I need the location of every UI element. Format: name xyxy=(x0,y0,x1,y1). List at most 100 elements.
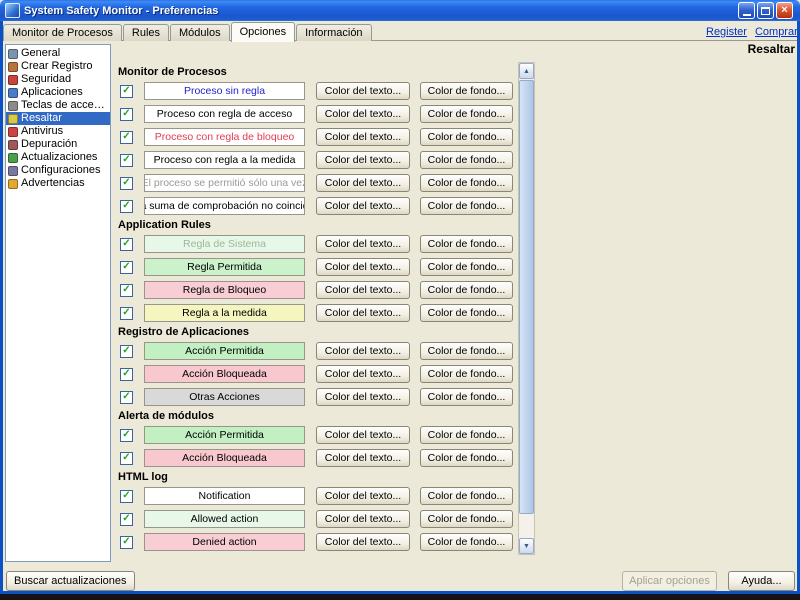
tab-rules[interactable]: Rules xyxy=(122,24,170,41)
row-checkbox[interactable]: ✓ xyxy=(120,489,133,503)
apply-options-button[interactable]: Aplicar opciones xyxy=(622,571,717,591)
bg-color-button[interactable]: Color de fondo... xyxy=(420,426,513,444)
bg-color-button[interactable]: Color de fondo... xyxy=(420,128,513,146)
sidebar-item-teclas-de-acceso-r[interactable]: Teclas de acceso r... xyxy=(6,99,110,112)
text-color-button[interactable]: Color del texto... xyxy=(316,510,410,528)
text-color-button[interactable]: Color del texto... xyxy=(316,151,410,169)
row-color-sample: Regla Permitida xyxy=(144,258,305,276)
text-color-button[interactable]: Color del texto... xyxy=(316,365,410,383)
tab-monitor-de-procesos[interactable]: Monitor de Procesos xyxy=(3,24,122,41)
sidebar-item-label: Configuraciones xyxy=(21,164,101,176)
section-title: Application Rules xyxy=(118,219,211,231)
bg-color-button[interactable]: Color de fondo... xyxy=(420,487,513,505)
row-color-sample: Proceso con regla de bloqueo xyxy=(144,128,305,146)
sidebar-item-antivirus[interactable]: Antivirus xyxy=(6,125,110,138)
bg-color-button[interactable]: Color de fondo... xyxy=(420,449,513,467)
row-checkbox[interactable]: ✓ xyxy=(120,390,133,404)
row-checkbox[interactable]: ✓ xyxy=(120,535,133,549)
row-checkbox[interactable]: ✓ xyxy=(120,237,133,251)
text-color-button[interactable]: Color del texto... xyxy=(316,82,410,100)
row-color-sample: Acción Bloqueada xyxy=(144,365,305,383)
settings-icon xyxy=(8,165,18,176)
row-checkbox[interactable]: ✓ xyxy=(120,512,133,526)
sidebar-item-advertencias[interactable]: Advertencias xyxy=(6,177,110,190)
register-link[interactable]: Register xyxy=(706,26,747,38)
app-window: System Safety Monitor - Preferencias × M… xyxy=(0,0,800,594)
bg-color-button[interactable]: Color de fondo... xyxy=(420,510,513,528)
tab-modulos[interactable]: Módulos xyxy=(170,24,230,41)
bg-color-button[interactable]: Color de fondo... xyxy=(420,151,513,169)
sidebar-item-actualizaciones[interactable]: Actualizaciones xyxy=(6,151,110,164)
sidebar-list[interactable]: General Crear Registro Seguridad Aplicacion… xyxy=(5,44,111,562)
sidebar-item-seguridad[interactable]: Seguridad xyxy=(6,73,110,86)
sidebar-item-general[interactable]: General xyxy=(6,47,110,60)
bg-color-button[interactable]: Color de fondo... xyxy=(420,304,513,322)
row-color-sample: Allowed action xyxy=(144,510,305,528)
text-color-button[interactable]: Color del texto... xyxy=(316,174,410,192)
row-checkbox[interactable]: ✓ xyxy=(120,84,133,98)
text-color-button[interactable]: Color del texto... xyxy=(316,388,410,406)
text-color-button[interactable]: Color del texto... xyxy=(316,449,410,467)
row-checkbox[interactable]: ✓ xyxy=(120,107,133,121)
row-checkbox[interactable]: ✓ xyxy=(120,428,133,442)
maximize-button[interactable] xyxy=(757,2,774,19)
scrollbar[interactable]: ▲ ▼ xyxy=(518,62,535,555)
scroll-up-icon[interactable]: ▲ xyxy=(519,63,534,79)
minimize-button[interactable] xyxy=(738,2,755,19)
bg-color-button[interactable]: Color de fondo... xyxy=(420,388,513,406)
row-checkbox[interactable]: ✓ xyxy=(120,306,133,320)
sidebar-item-resaltar[interactable]: Resaltar xyxy=(6,112,110,125)
row-checkbox[interactable]: ✓ xyxy=(120,283,133,297)
sidebar-item-configuraciones[interactable]: Configuraciones xyxy=(6,164,110,177)
buy-now-link[interactable]: Comprar ahora xyxy=(755,26,798,38)
row-color-sample: Regla a la medida xyxy=(144,304,305,322)
bg-color-button[interactable]: Color de fondo... xyxy=(420,342,513,360)
row-checkbox[interactable]: ✓ xyxy=(120,199,133,213)
section-alerta-de-modulos: Alerta de módulos ✓ Acción Permitida Color … xyxy=(112,411,518,467)
bg-color-button[interactable]: Color de fondo... xyxy=(420,82,513,100)
sidebar-item-aplicaciones[interactable]: Aplicaciones xyxy=(6,86,110,99)
text-color-button[interactable]: Color del texto... xyxy=(316,128,410,146)
help-button[interactable]: Ayuda... xyxy=(728,571,795,591)
sidebar-item-depuracion[interactable]: Depuración xyxy=(6,138,110,151)
row-checkbox[interactable]: ✓ xyxy=(120,344,133,358)
tab-informacion[interactable]: Información xyxy=(296,24,372,41)
row-checkbox[interactable]: ✓ xyxy=(120,153,133,167)
bg-color-button[interactable]: Color de fondo... xyxy=(420,235,513,253)
bg-color-button[interactable]: Color de fondo... xyxy=(420,258,513,276)
text-color-button[interactable]: Color del texto... xyxy=(316,235,410,253)
row-color-sample: Otras Acciones xyxy=(144,388,305,406)
search-updates-button[interactable]: Buscar actualizaciones xyxy=(6,571,135,591)
row-checkbox[interactable]: ✓ xyxy=(120,367,133,381)
sidebar-item-label: Crear Registro xyxy=(21,60,93,72)
bg-color-button[interactable]: Color de fondo... xyxy=(420,281,513,299)
text-color-button[interactable]: Color del texto... xyxy=(316,533,410,551)
row-checkbox[interactable]: ✓ xyxy=(120,260,133,274)
row-checkbox[interactable]: ✓ xyxy=(120,176,133,190)
text-color-button[interactable]: Color del texto... xyxy=(316,281,410,299)
bg-color-button[interactable]: Color de fondo... xyxy=(420,365,513,383)
bg-color-button[interactable]: Color de fondo... xyxy=(420,174,513,192)
text-color-button[interactable]: Color del texto... xyxy=(316,105,410,123)
text-color-button[interactable]: Color del texto... xyxy=(316,197,410,215)
bg-color-button[interactable]: Color de fondo... xyxy=(420,105,513,123)
close-icon: × xyxy=(781,4,788,16)
scroll-down-icon[interactable]: ▼ xyxy=(519,538,534,554)
text-color-button[interactable]: Color del texto... xyxy=(316,258,410,276)
sidebar-item-crear-registro[interactable]: Crear Registro xyxy=(6,60,110,73)
text-color-button[interactable]: Color del texto... xyxy=(316,487,410,505)
bg-color-button[interactable]: Color de fondo... xyxy=(420,533,513,551)
text-color-button[interactable]: Color del texto... xyxy=(316,426,410,444)
scroll-thumb[interactable] xyxy=(519,80,534,514)
title-bar[interactable]: System Safety Monitor - Preferencias × xyxy=(0,0,800,21)
tab-opciones[interactable]: Opciones xyxy=(230,22,296,42)
row-color-sample: La suma de comprobación no coincide xyxy=(144,197,305,215)
row-color-sample: Notification xyxy=(144,487,305,505)
row-checkbox[interactable]: ✓ xyxy=(120,130,133,144)
close-button[interactable]: × xyxy=(776,2,793,19)
highlight-row: ✓ Regla de Sistema Color del texto... Color… xyxy=(120,235,518,253)
bg-color-button[interactable]: Color de fondo... xyxy=(420,197,513,215)
row-checkbox[interactable]: ✓ xyxy=(120,451,133,465)
text-color-button[interactable]: Color del texto... xyxy=(316,342,410,360)
text-color-button[interactable]: Color del texto... xyxy=(316,304,410,322)
